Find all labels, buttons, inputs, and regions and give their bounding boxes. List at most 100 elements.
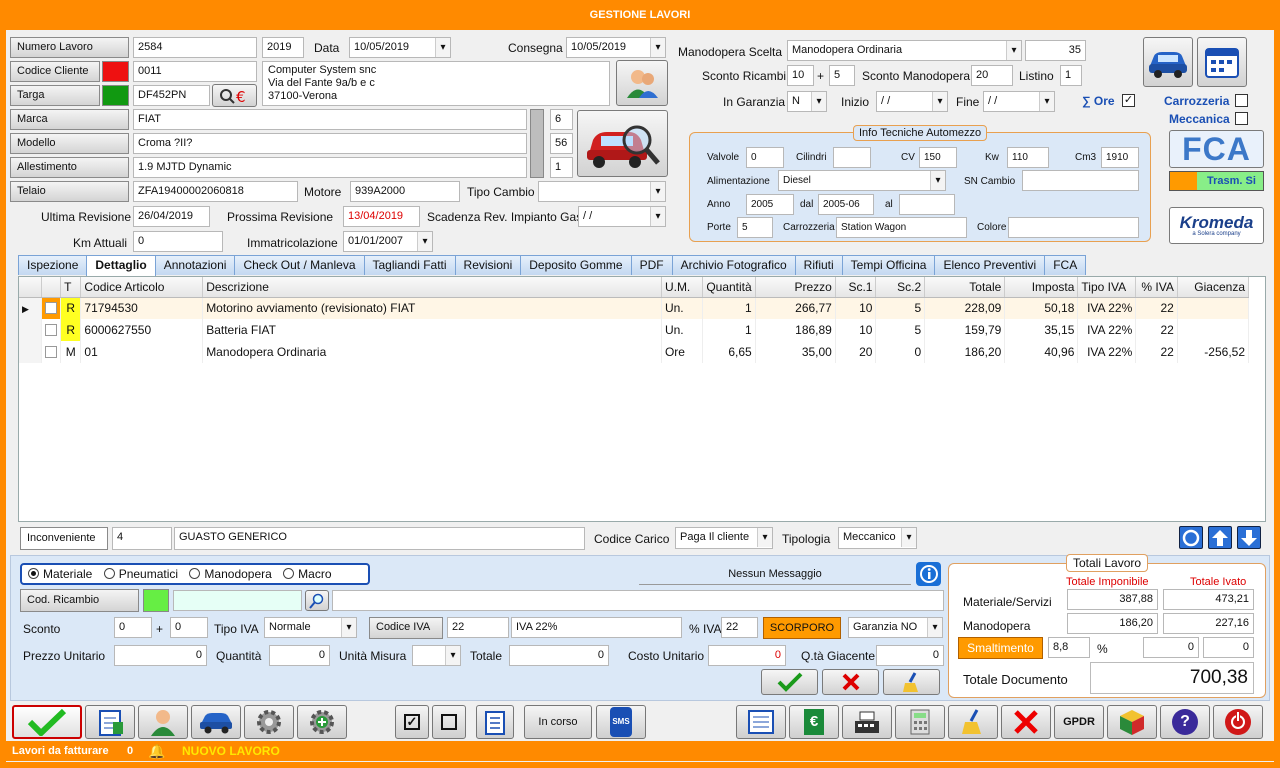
- column-header[interactable]: Quantità: [702, 277, 756, 298]
- save-button[interactable]: [12, 705, 82, 739]
- immatricolazione-input[interactable]: 01/01/2007: [343, 231, 433, 252]
- unita-misura-select[interactable]: [412, 645, 461, 666]
- in-corso-button[interactable]: In corso: [524, 705, 592, 739]
- cell-tipo-iva[interactable]: IVA 22%: [1077, 341, 1137, 363]
- tab-tempi-officina[interactable]: Tempi Officina: [841, 255, 936, 275]
- row-checkbox-cell[interactable]: [41, 341, 62, 363]
- cell-um[interactable]: Un.: [661, 297, 703, 319]
- colore-input[interactable]: [1008, 217, 1139, 238]
- anno-tecnico-input[interactable]: 2005: [746, 194, 794, 215]
- tab-archivio-fotografico[interactable]: Archivio Fotografico: [671, 255, 796, 275]
- cell-sc2[interactable]: 0: [875, 341, 926, 363]
- cilindri-input[interactable]: [833, 147, 871, 168]
- modello-input[interactable]: Croma ?II?: [133, 133, 527, 154]
- inizio-input[interactable]: / /: [876, 91, 948, 112]
- column-header[interactable]: % IVA: [1135, 277, 1178, 298]
- tab-check-out-manleva[interactable]: Check Out / Manleva: [234, 255, 365, 275]
- al-input[interactable]: [899, 194, 955, 215]
- km-input[interactable]: 0: [133, 231, 223, 252]
- cod-ricambio-input[interactable]: [173, 590, 302, 611]
- cell-codice[interactable]: 6000627550: [80, 319, 204, 341]
- record-button[interactable]: [1179, 526, 1203, 549]
- tab-annotazioni[interactable]: Annotazioni: [154, 255, 236, 275]
- tab-revisioni[interactable]: Revisioni: [454, 255, 522, 275]
- help-button[interactable]: ?: [1160, 705, 1210, 739]
- prossima-revisione-input[interactable]: 13/04/2019: [343, 206, 420, 227]
- sn-cambio-input[interactable]: [1022, 170, 1139, 191]
- vehicle-button[interactable]: [191, 705, 241, 739]
- porte-input[interactable]: 5: [737, 217, 773, 238]
- targa-input[interactable]: DF452PN: [133, 85, 210, 106]
- inconveniente-num[interactable]: 4: [112, 527, 172, 550]
- notes-button[interactable]: [85, 705, 135, 739]
- cell-imposta[interactable]: 35,15: [1004, 319, 1079, 341]
- tipologia-select[interactable]: Meccanico: [838, 527, 917, 549]
- cell-perc-iva[interactable]: 22: [1135, 297, 1178, 319]
- tab-pdf[interactable]: PDF: [630, 255, 673, 275]
- sms-button[interactable]: SMS: [596, 705, 646, 739]
- ultima-revisione-input[interactable]: 26/04/2019: [133, 206, 210, 227]
- deselect-all-button[interactable]: [432, 705, 466, 739]
- fca-button[interactable]: FCA: [1169, 130, 1264, 168]
- kw-input[interactable]: 110: [1007, 147, 1049, 168]
- dal-input[interactable]: 2005-06: [818, 194, 874, 215]
- column-header[interactable]: T: [60, 277, 82, 298]
- cell-descrizione[interactable]: Batteria FIAT: [202, 319, 662, 341]
- garanzia-select[interactable]: N: [787, 91, 827, 112]
- numero-lavoro-label[interactable]: Numero Lavoro: [10, 37, 129, 58]
- qta-giacente-input[interactable]: 0: [876, 645, 944, 666]
- tipo-iva-select[interactable]: Normale: [264, 617, 357, 638]
- add-settings-button[interactable]: [297, 705, 347, 739]
- radio-materiale[interactable]: Materiale: [28, 567, 92, 581]
- allestimento-code[interactable]: 1: [550, 157, 573, 178]
- sconto-ricambi-2[interactable]: 5: [829, 65, 855, 86]
- cell-perc-iva[interactable]: 22: [1135, 319, 1178, 341]
- allestimento-label[interactable]: Allestimento: [10, 157, 129, 178]
- table-row[interactable]: R 6000627550 Batteria FIAT Un. 1 186,89 10 5 159…: [19, 319, 1250, 341]
- cell-sc1[interactable]: 10: [835, 297, 877, 319]
- radio-manodopera[interactable]: Manodopera: [189, 567, 272, 581]
- payment-button[interactable]: €: [789, 705, 839, 739]
- cell-totale[interactable]: 228,09: [924, 297, 1006, 319]
- tab-deposito-gomme[interactable]: Deposito Gomme: [520, 255, 632, 275]
- cell-sc1[interactable]: 20: [835, 341, 877, 363]
- codice-cliente-input[interactable]: 0011: [133, 61, 257, 82]
- cell-imposta[interactable]: 50,18: [1004, 297, 1079, 319]
- carrozzeria-tecnica-input[interactable]: Station Wagon: [836, 217, 967, 238]
- marca-label[interactable]: Marca: [10, 109, 129, 130]
- info-button[interactable]: [916, 562, 941, 586]
- codice-cliente-label[interactable]: Codice Cliente: [10, 61, 100, 82]
- tab-tagliandi-fatti[interactable]: Tagliandi Fatti: [363, 255, 456, 275]
- tab-fca[interactable]: FCA: [1044, 255, 1087, 275]
- table-row[interactable]: ▶ R 71794530 Motorino avviamento (revisiona…: [19, 297, 1250, 319]
- smaltimento-perc[interactable]: 8,8: [1048, 637, 1090, 658]
- data-input[interactable]: 10/05/2019: [349, 37, 451, 58]
- column-header[interactable]: [19, 277, 42, 298]
- confirm-line-button[interactable]: [761, 669, 818, 695]
- calendar-button[interactable]: [1197, 37, 1247, 87]
- costo-unitario-input[interactable]: 0: [708, 645, 786, 666]
- listino-input[interactable]: 1: [1060, 65, 1082, 86]
- cell-giacenza[interactable]: -256,52: [1177, 341, 1250, 363]
- ricambio-description[interactable]: [332, 590, 944, 611]
- column-header[interactable]: Totale: [924, 277, 1006, 298]
- cell-qta[interactable]: 6,65: [702, 341, 756, 363]
- vehicle-scrollbar[interactable]: [530, 109, 544, 178]
- vehicle-search-button[interactable]: [577, 110, 668, 177]
- telaio-label[interactable]: Telaio: [10, 181, 129, 202]
- codice-iva-button[interactable]: Codice IVA: [369, 617, 443, 639]
- meccanica-checkbox[interactable]: [1235, 112, 1248, 125]
- cars-button[interactable]: [1143, 37, 1193, 87]
- cell-descrizione[interactable]: Motorino avviamento (revisionato) FIAT: [202, 297, 662, 319]
- motore-input[interactable]: 939A2000: [350, 181, 460, 202]
- marca-input[interactable]: FIAT: [133, 109, 527, 130]
- telaio-input[interactable]: ZFA19400002060818: [133, 181, 298, 202]
- cell-descrizione[interactable]: Manodopera Ordinaria: [202, 341, 662, 363]
- cell-tipo-iva[interactable]: IVA 22%: [1077, 297, 1137, 319]
- checklist-button[interactable]: [476, 705, 514, 739]
- tab-ispezione[interactable]: Ispezione: [18, 255, 88, 275]
- invoice-button[interactable]: [736, 705, 786, 739]
- consegna-input[interactable]: 10/05/2019: [566, 37, 666, 58]
- quantita-input[interactable]: 0: [269, 645, 330, 666]
- select-all-button[interactable]: ✓: [395, 705, 429, 739]
